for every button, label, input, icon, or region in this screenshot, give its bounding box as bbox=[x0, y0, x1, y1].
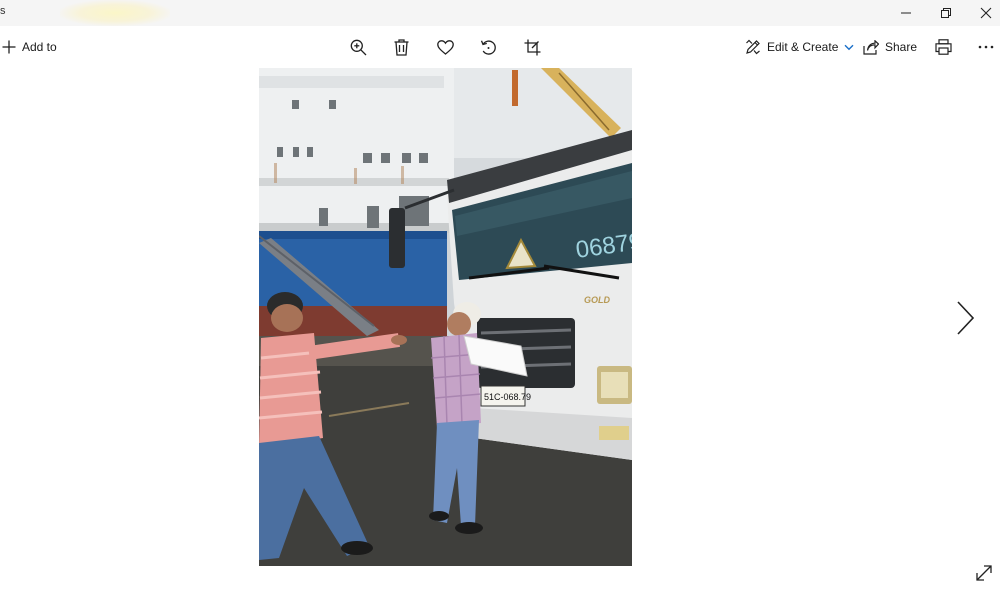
more-button[interactable] bbox=[978, 30, 994, 64]
rotate-icon bbox=[480, 40, 496, 55]
crane-hook bbox=[512, 70, 518, 106]
add-to-label: Add to bbox=[22, 40, 57, 54]
edit-create-label: Edit & Create bbox=[767, 40, 839, 54]
delete-icon bbox=[394, 38, 409, 56]
plus-icon bbox=[2, 40, 16, 54]
chevron-down-icon bbox=[844, 44, 854, 50]
chevron-right-icon bbox=[957, 301, 974, 335]
toolbar: Add to Edit & Create Share bbox=[0, 30, 1000, 64]
title-bar: s bbox=[0, 0, 1000, 26]
next-image-button[interactable] bbox=[948, 297, 982, 339]
zoom-in-icon bbox=[350, 39, 367, 55]
print-icon bbox=[935, 39, 952, 55]
delete-button[interactable] bbox=[394, 30, 409, 64]
truck-mirror bbox=[389, 208, 405, 268]
title-highlight bbox=[60, 0, 170, 26]
more-icon bbox=[978, 45, 994, 49]
zoom-in-button[interactable] bbox=[350, 30, 367, 64]
restore-icon bbox=[941, 8, 951, 18]
rotate-button[interactable] bbox=[480, 30, 497, 64]
heart-icon bbox=[437, 39, 454, 55]
crop-icon bbox=[524, 39, 541, 55]
license-plate-text: 51C-068.79 bbox=[484, 392, 531, 402]
share-button[interactable]: Share bbox=[863, 30, 917, 64]
share-icon bbox=[863, 39, 879, 55]
crop-button[interactable] bbox=[524, 30, 541, 64]
photo-viewer-image: 06879 GOLD 51C-068.79 bbox=[259, 68, 632, 566]
favorite-button[interactable] bbox=[437, 30, 454, 64]
restore-button[interactable] bbox=[926, 0, 966, 26]
port-truck-photo: 06879 GOLD 51C-068.79 bbox=[259, 68, 632, 566]
expand-icon bbox=[976, 565, 992, 581]
close-button[interactable] bbox=[966, 0, 1000, 26]
minimize-button[interactable] bbox=[886, 0, 926, 26]
truck-badge: GOLD bbox=[584, 295, 610, 305]
close-icon bbox=[980, 7, 992, 19]
add-to-button[interactable]: Add to bbox=[2, 30, 57, 64]
window-title: s bbox=[0, 5, 6, 17]
edit-create-button[interactable]: Edit & Create bbox=[745, 30, 854, 64]
minimize-icon bbox=[901, 12, 911, 14]
print-button[interactable] bbox=[935, 30, 952, 64]
edit-create-icon bbox=[746, 39, 760, 55]
fullscreen-button[interactable] bbox=[974, 563, 996, 585]
share-label: Share bbox=[885, 40, 918, 54]
